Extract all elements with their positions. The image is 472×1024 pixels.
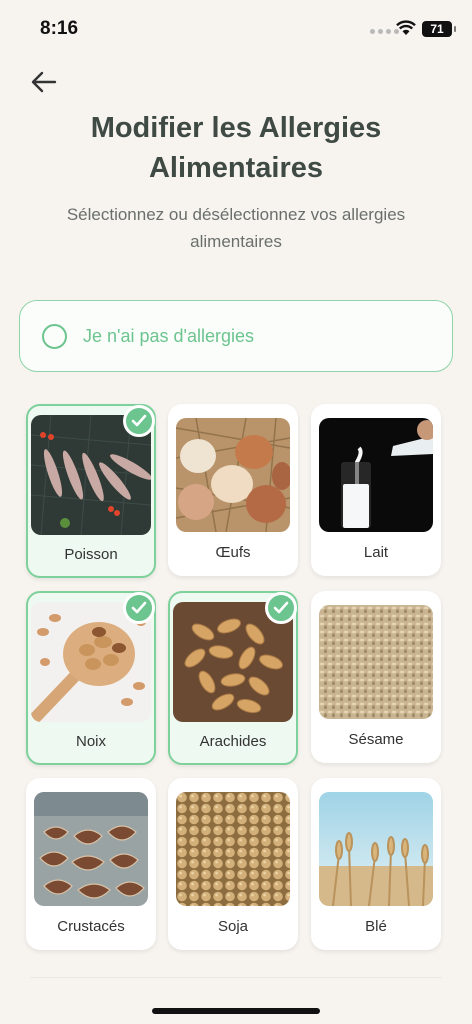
subtitle-line-2: alimentaires [190,232,282,251]
shellfish-photo [34,792,148,906]
selected-check-icon [123,405,155,437]
allergen-label: Poisson [64,546,118,563]
page-title: Modifier les Allergies Alimentaires [40,108,432,188]
back-button[interactable] [26,64,62,100]
allergen-card-poisson[interactable]: Poisson [26,404,156,578]
milk-photo [319,418,433,532]
home-indicator[interactable] [152,1008,320,1014]
allergen-card-arachides[interactable]: Arachides [168,591,298,765]
arrow-left-icon [31,71,57,93]
allergen-card-lait[interactable]: Lait [311,404,441,576]
allergen-label: Lait [363,544,389,561]
wheat-photo [319,792,433,906]
battery-icon: 71 [422,21,456,37]
allergen-card-sesame[interactable]: Sésame [311,591,441,763]
title-line-2: Alimentaires [148,152,324,184]
allergen-label: Soja [217,918,249,935]
page-subtitle: Sélectionnez ou désélectionnez vos aller… [30,201,442,255]
signal-icon [370,29,399,34]
status-time: 8:16 [40,18,79,39]
allergen-label: Noix [75,733,106,750]
allergen-label: Arachides [199,733,267,750]
allergen-card-crustaces[interactable]: Crustacés [26,778,156,950]
title-line-1: Modifier les Allergies [90,112,382,144]
allergen-label: Blé [365,918,387,935]
sesame-photo [319,605,433,719]
allergen-label: Crustacés [57,918,125,935]
allergen-card-oeufs[interactable]: Œufs [168,404,298,576]
allergen-card-soja[interactable]: Soja [168,778,298,950]
soy-photo [176,792,290,906]
divider [30,977,442,978]
allergen-label: Sésame [348,731,404,748]
selected-check-icon [123,592,155,624]
eggs-photo [176,418,290,532]
selected-check-icon [265,592,297,624]
allergen-card-ble[interactable]: Blé [311,778,441,950]
status-bar: 8:16 71 [0,0,472,58]
allergen-card-noix[interactable]: Noix [26,591,156,765]
allergen-label: Œufs [215,544,251,561]
no-allergy-label: Je n'ai pas d'allergies [83,325,254,346]
no-allergy-radio[interactable] [42,323,67,349]
wifi-icon [396,20,416,35]
subtitle-line-1: Sélectionnez ou désélectionnez vos aller… [66,205,406,224]
no-allergy-option[interactable]: Je n'ai pas d'allergies [19,300,453,372]
